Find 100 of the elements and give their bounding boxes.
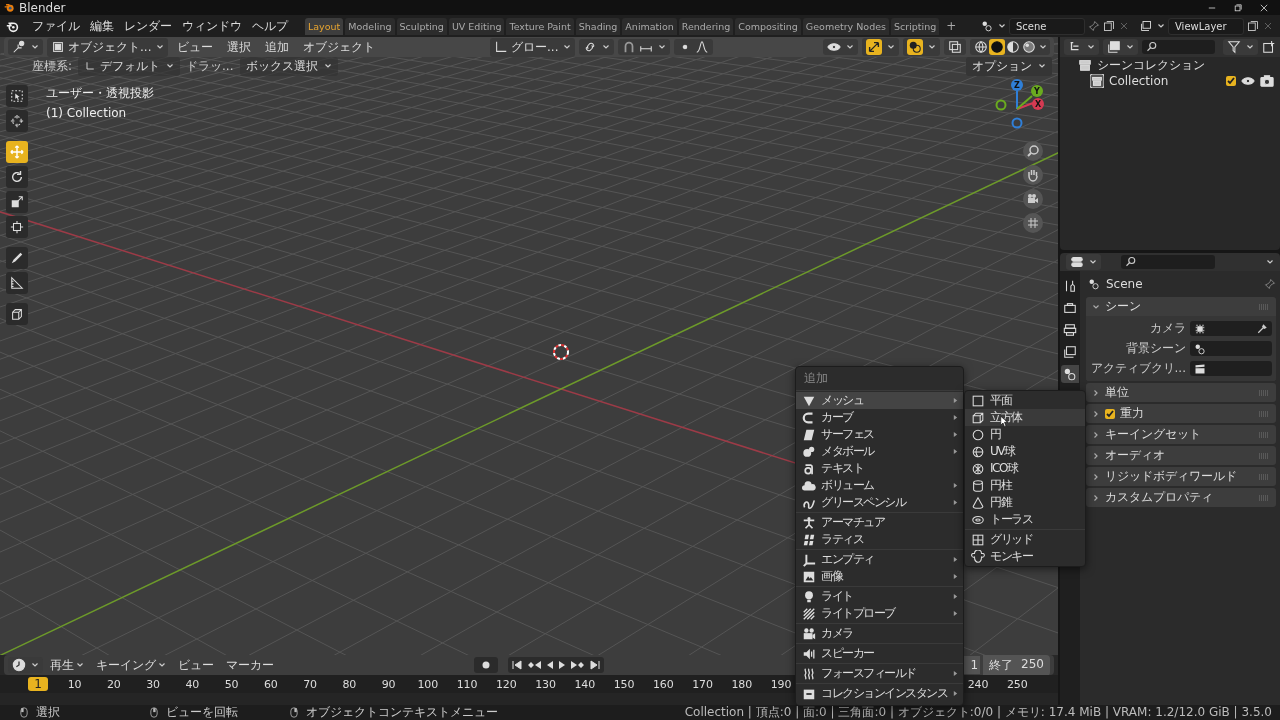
menu-dropdown[interactable]: 再生 [45, 656, 89, 674]
tool-button[interactable] [6, 85, 28, 107]
menu-item[interactable]: 円柱 [965, 477, 1085, 494]
current-frame-marker[interactable]: 1 [28, 677, 48, 691]
menu-item[interactable]: フォースフィールド [796, 665, 963, 682]
checkbox[interactable] [1105, 408, 1115, 419]
axis-handle[interactable]: X [1032, 98, 1044, 110]
visibility-dropdown[interactable] [823, 39, 858, 55]
menu-item[interactable]: レンダー [119, 17, 177, 35]
panel-header[interactable]: カスタムプロパティ [1086, 488, 1276, 507]
drag-handle-icon[interactable] [1258, 431, 1270, 438]
zoom-icon[interactable] [1023, 141, 1043, 161]
menu-item[interactable]: エンプティ [796, 551, 963, 568]
tool-button[interactable] [6, 272, 28, 294]
mode-dropdown[interactable]: オブジェクト... [47, 37, 169, 57]
drag-handle-icon[interactable] [1258, 494, 1270, 501]
menu-item[interactable]: アーマチュア [796, 514, 963, 531]
menu-item[interactable]: オブジェクト [298, 38, 381, 56]
panel-header[interactable]: 重力 [1086, 404, 1276, 423]
menu-item[interactable]: テキスト [796, 460, 963, 477]
proportional-edit-button[interactable] [674, 39, 714, 55]
display-mode-dropdown[interactable] [1064, 39, 1099, 55]
panel-header[interactable]: オーディオ [1086, 446, 1276, 465]
close-icon[interactable] [1260, 3, 1268, 12]
tool-button[interactable] [6, 216, 28, 238]
tool-button[interactable] [6, 191, 28, 213]
shading-button[interactable] [973, 39, 989, 55]
menu-item[interactable]: 画像 [796, 568, 963, 585]
orientation-dropdown[interactable]: グロー... [490, 37, 576, 57]
menu-item[interactable]: ICO球 [965, 460, 1085, 477]
properties-tab[interactable] [1061, 321, 1079, 339]
pivot-dropdown[interactable] [579, 39, 615, 55]
workspace-tab[interactable]: Rendering [678, 17, 734, 35]
eye-icon[interactable] [1241, 74, 1255, 88]
record-button[interactable] [473, 657, 498, 673]
tool-button[interactable] [6, 166, 28, 188]
tool-button[interactable] [6, 247, 28, 269]
menu-item[interactable]: グリースペンシル [796, 494, 963, 511]
menu-item[interactable]: トーラス [965, 511, 1085, 528]
menu-item[interactable]: ビュー [172, 38, 219, 56]
menu-item[interactable]: ライトプローブ [796, 605, 963, 622]
menu-item[interactable]: 編集 [85, 17, 119, 35]
object-field[interactable] [1190, 341, 1272, 356]
playback-controls-drawing[interactable] [507, 657, 604, 673]
properties-tab[interactable] [1061, 343, 1079, 361]
drag-handle-icon[interactable] [1258, 410, 1270, 417]
shading-button[interactable] [989, 39, 1005, 55]
workspace-tab[interactable]: Shading [575, 17, 621, 35]
select-mode-dropdown[interactable]: ボックス選択 [239, 56, 338, 76]
blender-logo-icon[interactable] [6, 19, 19, 33]
menu-dropdown[interactable]: キーイング [91, 656, 171, 674]
panel-header[interactable]: 単位 [1086, 383, 1276, 402]
toggle-button[interactable] [866, 39, 882, 55]
drag-handle-icon[interactable] [1258, 473, 1270, 480]
tool-button[interactable] [6, 110, 28, 132]
panel-header[interactable]: リジッドボディワールド [1086, 467, 1276, 486]
checkbox[interactable] [1226, 76, 1236, 86]
menu-item[interactable]: ウィンドウ [177, 17, 247, 35]
filter-dropdown[interactable] [1223, 39, 1258, 55]
menu-item[interactable]: メッシュ [796, 392, 963, 409]
workspace-tab[interactable]: UV Editing [448, 17, 505, 35]
shading-button[interactable] [1005, 39, 1021, 55]
menu-item[interactable]: カメラ [796, 625, 963, 642]
new-collection-icon[interactable] [1262, 40, 1276, 54]
collection-item[interactable]: Collection [1109, 74, 1169, 88]
drag-handle-icon[interactable] [1258, 452, 1270, 459]
workspace-tab[interactable]: Animation [622, 17, 677, 35]
eyedropper-icon[interactable] [1256, 322, 1268, 335]
panel-header[interactable]: キーイングセット [1086, 425, 1276, 444]
menu-item[interactable]: ライト [796, 588, 963, 605]
search-field[interactable] [1121, 255, 1215, 269]
workspace-tab[interactable]: Geometry Nodes [802, 17, 889, 35]
view-layer-dropdown[interactable] [1103, 39, 1138, 55]
menu-item[interactable]: 円錐 [965, 494, 1085, 511]
drag-handle-icon[interactable] [1258, 303, 1270, 310]
scene-field[interactable]: Scene [1009, 17, 1085, 35]
scene-collection-label[interactable]: シーンコレクション [1097, 56, 1205, 74]
axis-handle[interactable]: Y [1031, 85, 1043, 97]
workspace-tab[interactable]: Scripting [891, 17, 940, 35]
options-dropdown[interactable]: オプション [966, 56, 1052, 76]
editor-type-button[interactable] [1066, 254, 1101, 270]
menu-item[interactable]: グリッド [965, 531, 1085, 548]
menu-item[interactable]: コレクションインスタンス [796, 685, 963, 702]
shading-button[interactable] [1021, 39, 1037, 55]
menu-item[interactable]: マーカー [221, 656, 279, 674]
xray-button[interactable] [944, 39, 966, 55]
menu-item[interactable]: メタボール [796, 443, 963, 460]
workspace-tab[interactable]: Compositing [735, 17, 801, 35]
coordinate-dropdown[interactable]: デフォルト [78, 56, 181, 76]
workspace-tab[interactable]: Modeling [345, 17, 395, 35]
search-field[interactable] [1142, 40, 1215, 54]
menu-item[interactable]: ファイル [27, 17, 85, 35]
menu-item[interactable]: スピーカー [796, 645, 963, 662]
workspace-tab[interactable]: Sculpting [396, 17, 447, 35]
tool-button[interactable] [6, 303, 28, 325]
drag-handle-icon[interactable] [1258, 389, 1270, 396]
grid-icon[interactable] [1023, 213, 1043, 233]
view-layer-field[interactable]: ViewLayer [1168, 17, 1244, 35]
editor-type-button[interactable] [8, 39, 43, 55]
object-field[interactable] [1190, 361, 1272, 376]
